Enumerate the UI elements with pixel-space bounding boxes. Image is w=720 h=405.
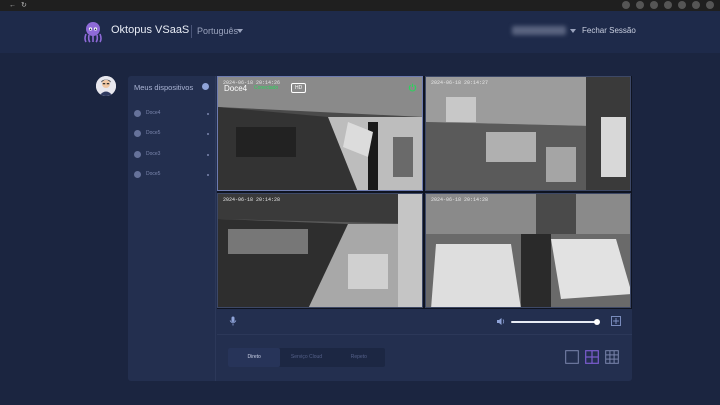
layout-nine-icon[interactable] bbox=[605, 350, 619, 364]
camera-icon bbox=[134, 130, 141, 137]
volume-slider-handle[interactable] bbox=[594, 319, 601, 325]
close-icon[interactable] bbox=[706, 1, 714, 9]
minimize-icon[interactable] bbox=[678, 1, 686, 9]
main-panel: Meus dispositivos Doce4 Doce5 Doce3 Doce… bbox=[128, 76, 632, 381]
camera-tile[interactable]: 2024-06-18 20:14:27 bbox=[425, 76, 631, 191]
status-badge: Conectado bbox=[254, 85, 279, 91]
camera-icon bbox=[134, 110, 141, 117]
menu-icon[interactable] bbox=[664, 1, 672, 9]
avatar[interactable] bbox=[96, 76, 116, 96]
octopus-logo-icon[interactable] bbox=[83, 21, 103, 43]
reload-icon[interactable]: ↻ bbox=[21, 2, 27, 9]
microphone-icon[interactable] bbox=[229, 316, 237, 326]
camera-icon bbox=[134, 151, 141, 158]
browser-toolbar: ← ↻ bbox=[0, 0, 720, 11]
camera-icon bbox=[134, 171, 141, 178]
device-name: Doce5 bbox=[146, 130, 161, 136]
status-dot bbox=[207, 154, 209, 156]
restore-icon[interactable] bbox=[692, 1, 700, 9]
device-item[interactable]: Doce5 bbox=[132, 169, 212, 181]
view-tabs: Direto Serviço Cloud Repeto bbox=[228, 348, 385, 367]
camera-feed-image bbox=[426, 77, 630, 190]
video-grid: 2024-06-18 20:14:26 Doce4 Conectado HD 2… bbox=[217, 76, 632, 309]
back-icon[interactable]: ← bbox=[9, 2, 16, 9]
tab-repeto[interactable]: Repeto bbox=[333, 348, 385, 367]
header-divider bbox=[191, 25, 192, 38]
camera-tile[interactable]: 2024-06-18 20:14:28 bbox=[217, 193, 423, 308]
fullscreen-icon[interactable] bbox=[611, 316, 621, 326]
status-dot bbox=[207, 133, 209, 135]
tab-direto[interactable]: Direto bbox=[228, 348, 281, 367]
logout-link[interactable]: Fechar Sessão bbox=[582, 26, 636, 35]
refresh-icon[interactable] bbox=[202, 83, 209, 90]
camera-timestamp: 2024-06-18 20:14:28 bbox=[223, 197, 281, 203]
device-item[interactable]: Doce5 bbox=[132, 128, 212, 140]
divider bbox=[217, 334, 632, 335]
extension-icon[interactable] bbox=[622, 1, 630, 9]
language-select[interactable]: Português bbox=[197, 26, 238, 36]
status-dot bbox=[207, 174, 209, 176]
tab-servico-cloud[interactable]: Serviço Cloud bbox=[280, 348, 332, 367]
zoom-icon[interactable] bbox=[636, 1, 644, 9]
chevron-down-icon[interactable] bbox=[237, 29, 243, 33]
volume-slider[interactable] bbox=[511, 321, 599, 323]
camera-feed-image bbox=[218, 194, 422, 307]
camera-tile[interactable]: 2024-06-18 20:14:28 bbox=[425, 193, 631, 308]
volume-icon[interactable] bbox=[496, 317, 505, 326]
camera-timestamp: 2024-06-18 20:14:28 bbox=[431, 197, 489, 203]
user-avatar-icon bbox=[96, 76, 116, 96]
layout-single-icon[interactable] bbox=[565, 350, 579, 364]
device-name: Doce5 bbox=[146, 171, 161, 177]
camera-overlay: Doce4 Conectado HD bbox=[218, 77, 422, 95]
playback-controls bbox=[217, 311, 632, 333]
camera-feed-image bbox=[426, 194, 630, 307]
camera-timestamp: 2024-06-18 20:14:27 bbox=[431, 80, 489, 86]
sidebar-title: Meus dispositivos bbox=[134, 83, 194, 92]
device-name: Doce3 bbox=[146, 151, 161, 157]
device-item[interactable]: Doce3 bbox=[132, 149, 212, 161]
camera-tile[interactable]: 2024-06-18 20:14:26 Doce4 Conectado HD bbox=[217, 76, 423, 191]
device-item[interactable]: Doce4 bbox=[132, 108, 212, 120]
chevron-down-icon[interactable] bbox=[570, 29, 576, 33]
camera-name: Doce4 bbox=[224, 84, 248, 93]
device-name: Doce4 bbox=[146, 110, 161, 116]
device-sidebar: Meus dispositivos Doce4 Doce5 Doce3 Doce… bbox=[128, 76, 216, 381]
brand-name: Oktopus VSaaS bbox=[111, 24, 190, 36]
puzzle-icon[interactable] bbox=[650, 1, 658, 9]
quality-toggle[interactable]: HD bbox=[291, 83, 307, 93]
app-header: Oktopus VSaaS Português Fechar Sessão bbox=[0, 11, 720, 53]
layout-quad-icon[interactable] bbox=[585, 350, 599, 364]
status-dot bbox=[207, 113, 209, 115]
user-menu[interactable] bbox=[512, 26, 566, 35]
power-icon[interactable] bbox=[408, 83, 417, 92]
